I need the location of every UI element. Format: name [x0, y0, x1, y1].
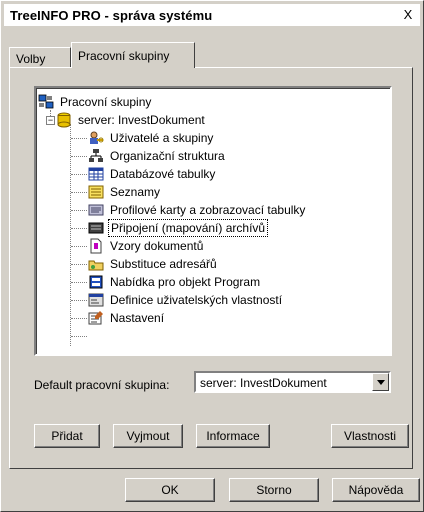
tree-line — [71, 300, 87, 301]
tree-line — [71, 138, 87, 139]
info-button[interactable]: Informace — [196, 424, 270, 448]
tree-item-label: Seznamy — [110, 185, 161, 199]
tree-root-label: Pracovní skupiny — [60, 95, 152, 109]
tree-line — [71, 210, 87, 211]
tree-item-label: Databázové tabulky — [110, 167, 216, 181]
chevron-down-icon[interactable] — [372, 373, 389, 391]
tree-item-label: Uživatelé a skupiny — [110, 131, 214, 145]
tree-item-label: Připojení (mapování) archívů — [108, 219, 269, 237]
title-bar: TreeINFO PRO - správa systému X — [4, 4, 420, 26]
profile-card-icon — [88, 204, 104, 216]
folder-substitute-icon — [88, 260, 104, 271]
workgroup-tree[interactable]: − Pracovní skupiny server: InvestDokumen… — [34, 86, 392, 356]
program-menu-icon — [89, 275, 103, 289]
close-button[interactable]: X — [400, 7, 416, 23]
tree-server-label: server: InvestDokument — [78, 113, 205, 127]
tree-item-label: Substituce adresářů — [110, 257, 217, 271]
settings-icon — [88, 311, 103, 325]
tree-line — [71, 282, 87, 283]
tree-line — [71, 156, 87, 157]
default-group-select[interactable]: server: InvestDokument — [194, 371, 391, 393]
properties-button[interactable]: Vlastnosti — [331, 424, 409, 448]
org-chart-icon — [89, 149, 103, 162]
properties-icon — [88, 293, 104, 307]
tree-line — [71, 264, 87, 265]
tree-item-label: Vzory dokumentů — [110, 239, 204, 253]
tree-item-label: Organizační struktura — [110, 149, 225, 163]
tree-line — [71, 174, 87, 175]
tree-line — [71, 246, 87, 247]
default-group-label: Default pracovní skupina: — [34, 378, 170, 392]
help-button[interactable]: Nápověda — [332, 478, 420, 502]
ok-button[interactable]: OK — [125, 478, 215, 502]
database-server-icon — [57, 112, 71, 128]
cancel-button[interactable]: Storno — [229, 478, 319, 502]
tree-line — [71, 228, 87, 229]
document-template-icon — [90, 238, 102, 254]
tree-line — [71, 192, 87, 193]
tree-item-label: Definice uživatelských vlastností — [110, 293, 283, 307]
network-group-icon — [38, 94, 54, 109]
users-key-icon — [90, 131, 104, 144]
add-button[interactable]: Přidat — [34, 424, 100, 448]
tree-line — [70, 124, 71, 346]
archive-drive-icon — [88, 222, 104, 234]
tree-line — [71, 318, 87, 319]
collapse-toggle[interactable]: − — [46, 116, 55, 125]
table-icon — [88, 167, 104, 181]
default-group-value: server: InvestDokument — [200, 376, 327, 390]
tree-item-label: Nastavení — [110, 311, 165, 325]
tree-item-label: Nabídka pro objekt Program — [110, 275, 261, 289]
tab-volby[interactable]: Volby — [9, 47, 71, 67]
tree-line — [71, 336, 87, 337]
tree-item-label: Profilové karty a zobrazovací tabulky — [110, 203, 306, 217]
remove-button[interactable]: Vyjmout — [113, 424, 183, 448]
tab-pracovni-skupiny[interactable]: Pracovní skupiny — [71, 42, 195, 68]
window-title: TreeINFO PRO - správa systému — [10, 8, 213, 23]
list-icon — [88, 185, 104, 199]
